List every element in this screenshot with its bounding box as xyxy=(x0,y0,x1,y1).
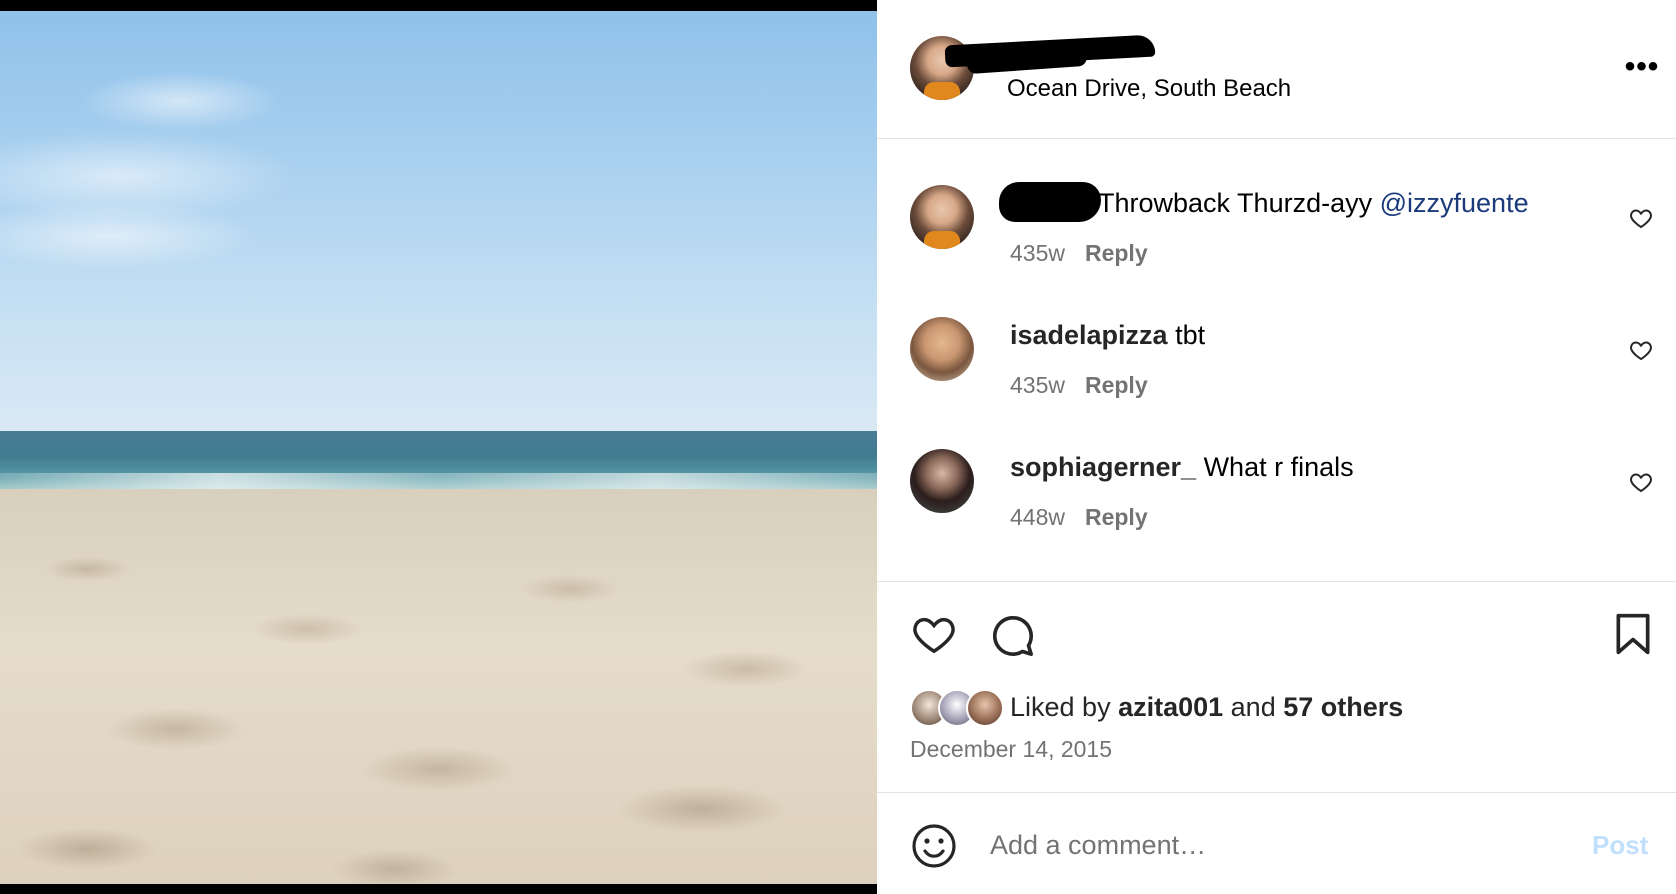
comment-icon[interactable] xyxy=(989,612,1035,658)
post-button[interactable]: Post xyxy=(1592,830,1648,861)
like-icon[interactable] xyxy=(910,611,958,657)
commenter-avatar[interactable] xyxy=(910,317,974,381)
comment-text: isadelapizza tbt xyxy=(1010,320,1205,351)
comment-username[interactable]: isadelapizza xyxy=(1010,320,1168,350)
like-comment-icon[interactable] xyxy=(1629,206,1653,230)
beach-image xyxy=(0,11,877,884)
commenter-avatar[interactable] xyxy=(910,185,974,249)
cloud xyxy=(80,71,280,131)
post-date: December 14, 2015 xyxy=(910,736,1113,762)
post-panel: Ocean Drive, South Beach ••• Throwback T… xyxy=(877,0,1676,894)
comment-text: sophiagerner_ What r finals xyxy=(1010,452,1354,483)
comment-item: isadelapizza tbt 435w Reply xyxy=(877,312,1676,422)
bookmark-icon[interactable] xyxy=(1614,612,1652,656)
like-comment-icon[interactable] xyxy=(1629,470,1653,494)
post-header: Ocean Drive, South Beach ••• xyxy=(877,0,1676,139)
likes-conj: and xyxy=(1223,692,1284,722)
comment-item: sophiagerner_ What r finals 448w Reply xyxy=(877,444,1676,554)
comment-time: 448w xyxy=(1010,504,1065,530)
post-location[interactable]: Ocean Drive, South Beach xyxy=(1007,75,1291,103)
comment-text: Throwback Thurzd-ayy @izzyfuente xyxy=(1098,188,1529,219)
comment-body: tbt xyxy=(1167,320,1206,350)
reply-button[interactable]: Reply xyxy=(1085,372,1148,398)
sand xyxy=(0,489,877,884)
redacted-username xyxy=(999,182,1101,222)
divider xyxy=(877,581,1676,582)
comment-input[interactable]: Add a comment… xyxy=(990,830,1206,861)
instagram-post-view: Ocean Drive, South Beach ••• Throwback T… xyxy=(0,0,1676,894)
reply-button[interactable]: Reply xyxy=(1085,240,1148,266)
likes-prefix: Liked by xyxy=(1010,692,1119,722)
commenter-avatar[interactable] xyxy=(910,449,974,513)
divider xyxy=(877,792,1676,793)
more-options-icon[interactable]: ••• xyxy=(1612,52,1672,82)
comment-meta: 435w Reply xyxy=(1010,372,1148,399)
liker-avatar[interactable] xyxy=(966,689,1004,727)
comment-item: Throwback Thurzd-ayy @izzyfuente 435w Rep… xyxy=(877,180,1676,290)
mention-link[interactable]: @izzyfuente xyxy=(1380,188,1529,218)
comment-username[interactable]: sophiagerner_ xyxy=(1010,452,1196,482)
comment-time: 435w xyxy=(1010,240,1065,266)
post-photo[interactable] xyxy=(0,0,877,894)
reply-button[interactable]: Reply xyxy=(1085,504,1148,530)
comment-body: What r finals xyxy=(1196,452,1354,482)
like-comment-icon[interactable] xyxy=(1629,338,1653,362)
comment-time: 435w xyxy=(1010,372,1065,398)
likes-others[interactable]: 57 others xyxy=(1283,692,1403,722)
comment-meta: 435w Reply xyxy=(1010,240,1148,267)
emoji-icon[interactable] xyxy=(910,822,958,870)
comment-meta: 448w Reply xyxy=(1010,504,1148,531)
liker-username[interactable]: azita001 xyxy=(1118,692,1223,722)
comment-body: Throwback Thurzd-ayy xyxy=(1098,188,1380,218)
likes-summary[interactable]: Liked by azita001 and 57 others xyxy=(1010,692,1403,723)
